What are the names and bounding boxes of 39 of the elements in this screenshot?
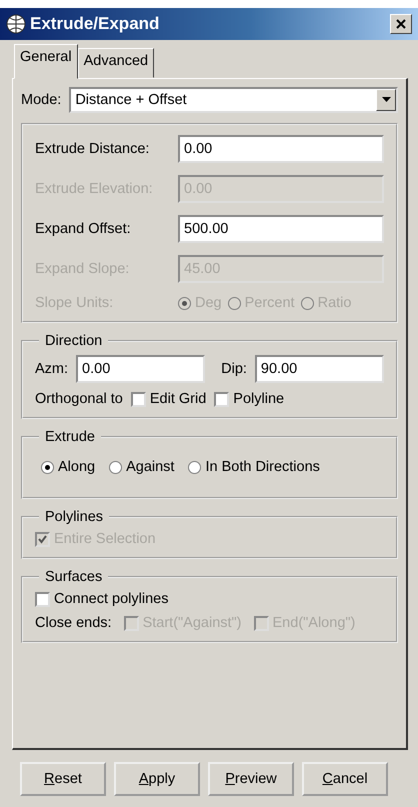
input-field[interactable]: 0.00 bbox=[178, 135, 384, 163]
field-label: Dip: bbox=[221, 361, 247, 377]
checkbox-label: Edit Grid bbox=[150, 391, 206, 407]
dialog-button[interactable]: Preview bbox=[208, 762, 294, 796]
radio-label: Along bbox=[58, 459, 96, 475]
input-field[interactable]: 500.00 bbox=[178, 215, 384, 243]
checkbox-label: Polyline bbox=[233, 391, 284, 407]
field-label: Mode: bbox=[21, 92, 62, 108]
field-label: Close ends: bbox=[35, 615, 112, 631]
group-title: Direction bbox=[44, 333, 104, 349]
field-label: Azm: bbox=[35, 361, 68, 377]
close-icon bbox=[395, 18, 407, 30]
group-title: Surfaces bbox=[44, 569, 104, 585]
dialog-button[interactable]: Apply bbox=[114, 762, 200, 796]
checkbox[interactable] bbox=[214, 392, 230, 406]
close-button[interactable] bbox=[390, 14, 412, 34]
globe-icon bbox=[6, 14, 26, 34]
field-label: Orthogonal to bbox=[35, 391, 123, 407]
checkbox[interactable] bbox=[130, 392, 146, 406]
radio-button[interactable] bbox=[109, 460, 122, 474]
input-field[interactable]: 0.00 bbox=[76, 355, 206, 383]
group-title: Extrude bbox=[44, 429, 96, 445]
radio-option[interactable]: Along bbox=[41, 459, 96, 475]
field-label: Expand Offset: bbox=[35, 221, 132, 237]
dialog-button[interactable]: Cancel bbox=[302, 762, 388, 796]
tab[interactable]: Advanced bbox=[78, 48, 154, 78]
checkbox[interactable] bbox=[35, 592, 50, 606]
mode-dropdown[interactable]: Distance + Offset bbox=[69, 87, 398, 113]
radio-label: Against bbox=[126, 459, 174, 475]
field-label: Extrude Distance: bbox=[35, 141, 150, 157]
input-field[interactable]: 90.00 bbox=[254, 355, 384, 383]
radio-button[interactable] bbox=[41, 460, 54, 474]
group-title: Polylines bbox=[44, 509, 104, 525]
checkbox-label: Connect polylines bbox=[54, 591, 168, 607]
tab[interactable]: General bbox=[14, 44, 78, 79]
dialog-button[interactable]: Reset bbox=[20, 762, 106, 796]
radio-button[interactable] bbox=[188, 460, 202, 474]
radio-option[interactable]: Against bbox=[109, 459, 174, 475]
window-title: Extrude/Expand bbox=[30, 14, 160, 34]
